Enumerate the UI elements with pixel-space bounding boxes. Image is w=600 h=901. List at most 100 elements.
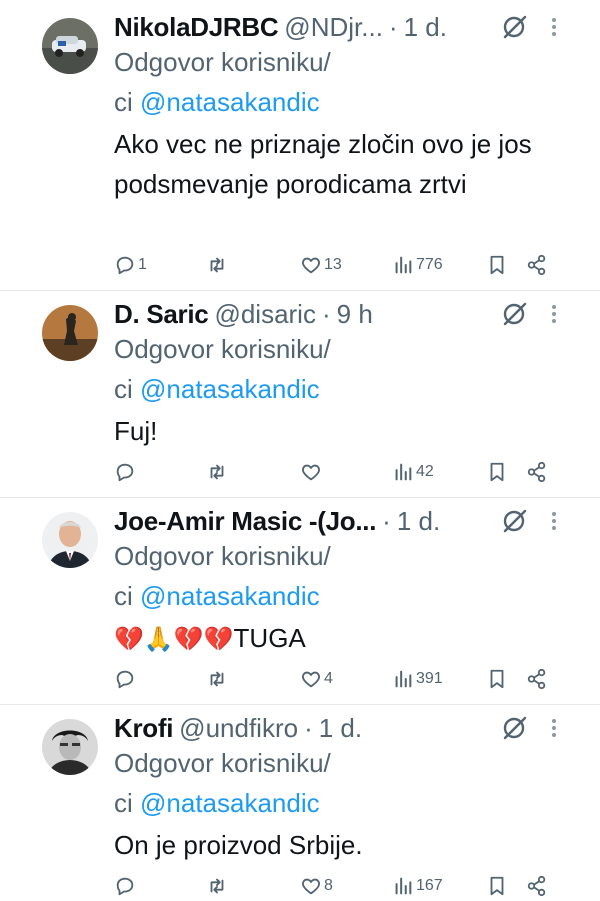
share-button[interactable]: [526, 664, 548, 694]
like-button[interactable]: 4: [300, 664, 333, 694]
tweet-text-word: TUGA: [233, 623, 306, 653]
more-icon[interactable]: [544, 713, 564, 743]
view-count: 42: [416, 463, 434, 480]
display-name[interactable]: Joe-Amir Masic -(Jo...: [114, 504, 376, 538]
bookmark-icon: [490, 669, 504, 689]
like-count: 13: [324, 256, 342, 273]
timestamp[interactable]: 1 d.: [397, 504, 440, 538]
reply-icon: [116, 670, 134, 689]
views-button[interactable]: 391: [392, 664, 443, 694]
repost-button[interactable]: [206, 250, 230, 280]
views-icon: [395, 463, 412, 481]
bookmark-icon: [490, 255, 504, 275]
timestamp[interactable]: 1 d.: [319, 711, 362, 745]
like-count: 4: [324, 670, 333, 687]
reply-label: Odgovor korisniku/: [114, 334, 331, 364]
action-bar: 1 13 776: [114, 250, 580, 280]
grok-icon[interactable]: [500, 12, 530, 42]
view-count: 776: [416, 256, 443, 273]
reply-label-suffix: ci: [114, 374, 133, 404]
grok-icon[interactable]: [500, 506, 530, 536]
reply-label-suffix: ci: [114, 788, 133, 818]
repost-button[interactable]: [206, 457, 230, 487]
more-icon[interactable]: [544, 12, 564, 42]
repost-icon: [210, 671, 224, 687]
like-button[interactable]: 8: [300, 871, 333, 901]
separator-dot: ·: [382, 506, 391, 536]
view-count: 167: [416, 877, 443, 894]
heart-icon: [302, 464, 320, 481]
user-handle[interactable]: @undfikro: [179, 711, 298, 745]
like-button[interactable]: [300, 457, 324, 487]
mention-link[interactable]: @natasakandic: [140, 788, 320, 818]
user-handle[interactable]: @NDjr...: [284, 10, 383, 44]
avatar[interactable]: [42, 305, 98, 361]
more-icon[interactable]: [544, 506, 564, 536]
mention-link[interactable]: @natasakandic: [140, 374, 320, 404]
bookmark-button[interactable]: [486, 871, 508, 901]
separator-dot: ·: [321, 299, 331, 329]
display-name[interactable]: Krofi: [114, 711, 173, 745]
mention-link[interactable]: @natasakandic: [140, 87, 320, 117]
repost-button[interactable]: [206, 871, 230, 901]
reply-label-suffix: ci: [114, 581, 133, 611]
timestamp[interactable]: 9 h: [337, 297, 373, 331]
display-name[interactable]: D. Saric: [114, 297, 209, 331]
share-icon: [527, 254, 546, 276]
replying-to: Odgovor korisniku/ ci @natasakandic: [114, 743, 574, 823]
reply-label-suffix: ci: [114, 87, 133, 117]
tweet[interactable]: Joe-Amir Masic -(Jo... · 1 d. Odgovor ko…: [0, 498, 600, 704]
reply-feed: NikolaDJRBC @NDjr... · 1 d. Odgovor kori…: [0, 0, 600, 900]
tweet-text: Fuj!: [114, 416, 158, 446]
more-icon[interactable]: [544, 299, 564, 329]
views-icon: [395, 877, 412, 895]
tweet[interactable]: NikolaDJRBC @NDjr... · 1 d. Odgovor kori…: [0, 0, 600, 290]
grok-icon[interactable]: [500, 713, 530, 743]
tweet-text: 💔🙏💔💔TUGA: [114, 618, 574, 659]
repost-icon: [210, 878, 224, 894]
share-button[interactable]: [526, 250, 548, 280]
reply-button[interactable]: [114, 871, 138, 901]
user-handle[interactable]: @disaric: [214, 297, 316, 331]
timestamp[interactable]: 1 d.: [404, 10, 447, 44]
views-button[interactable]: 42: [392, 457, 434, 487]
views-button[interactable]: 776: [392, 250, 443, 280]
emoji-sequence: 💔🙏💔💔: [114, 625, 234, 653]
like-button[interactable]: 13: [300, 250, 342, 280]
display-name[interactable]: NikolaDJRBC: [114, 10, 279, 44]
heart-icon: [302, 878, 320, 895]
reply-button[interactable]: [114, 457, 138, 487]
share-button[interactable]: [526, 457, 548, 487]
avatar[interactable]: [42, 719, 98, 775]
avatar[interactable]: [42, 18, 98, 74]
share-button[interactable]: [526, 871, 548, 901]
views-icon: [395, 256, 412, 274]
separator-dot: ·: [304, 713, 313, 743]
views-button[interactable]: 167: [392, 871, 443, 901]
replying-to: Odgovor korisniku/ ci @natasakandic: [114, 329, 574, 409]
repost-icon: [210, 257, 224, 273]
heart-icon: [302, 257, 320, 274]
bookmark-icon: [490, 876, 504, 896]
like-count: 8: [324, 877, 333, 894]
bookmark-button[interactable]: [486, 250, 508, 280]
bookmark-icon: [490, 462, 504, 482]
tweet[interactable]: Krofi @undfikro · 1 d. Odgovor korisniku…: [0, 705, 600, 900]
share-icon: [527, 668, 546, 690]
reply-button[interactable]: 1: [114, 250, 147, 280]
repost-icon: [210, 464, 224, 480]
separator-dot: ·: [388, 12, 398, 42]
reply-button[interactable]: [114, 664, 138, 694]
reply-icon: [116, 463, 134, 482]
grok-icon[interactable]: [500, 299, 530, 329]
reply-label: Odgovor korisniku/: [114, 47, 331, 77]
tweet[interactable]: D. Saric @disaric · 9 h Odgovor korisnik…: [0, 291, 600, 497]
mention-link[interactable]: @natasakandic: [140, 581, 320, 611]
view-count: 391: [416, 670, 443, 687]
bookmark-button[interactable]: [486, 457, 508, 487]
action-bar: 8 167: [114, 871, 580, 901]
avatar[interactable]: [42, 512, 98, 568]
reply-label: Odgovor korisniku/: [114, 541, 331, 571]
repost-button[interactable]: [206, 664, 230, 694]
bookmark-button[interactable]: [486, 664, 508, 694]
